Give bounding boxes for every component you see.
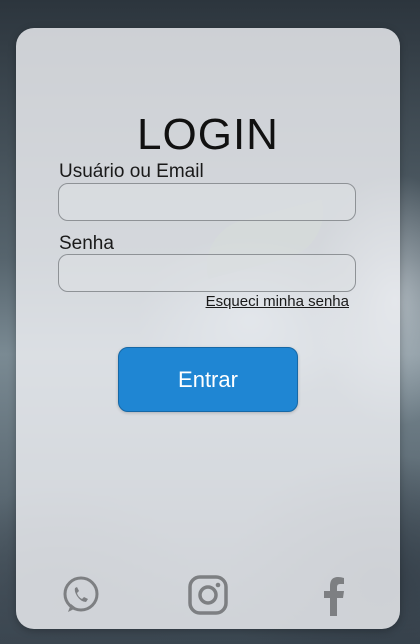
whatsapp-icon[interactable] — [60, 574, 102, 616]
login-button[interactable]: Entrar — [118, 347, 298, 412]
password-input[interactable] — [58, 254, 356, 292]
password-label: Senha — [59, 233, 114, 254]
forgot-password-link[interactable]: Esqueci minha senha — [206, 293, 349, 310]
user-input[interactable] — [58, 183, 356, 221]
login-card: LOGIN Usuário ou Email Senha Esqueci min… — [16, 28, 400, 629]
facebook-icon[interactable] — [314, 574, 356, 616]
instagram-icon[interactable] — [187, 574, 229, 616]
page-title: LOGIN — [137, 110, 279, 159]
user-label: Usuário ou Email — [59, 161, 204, 182]
